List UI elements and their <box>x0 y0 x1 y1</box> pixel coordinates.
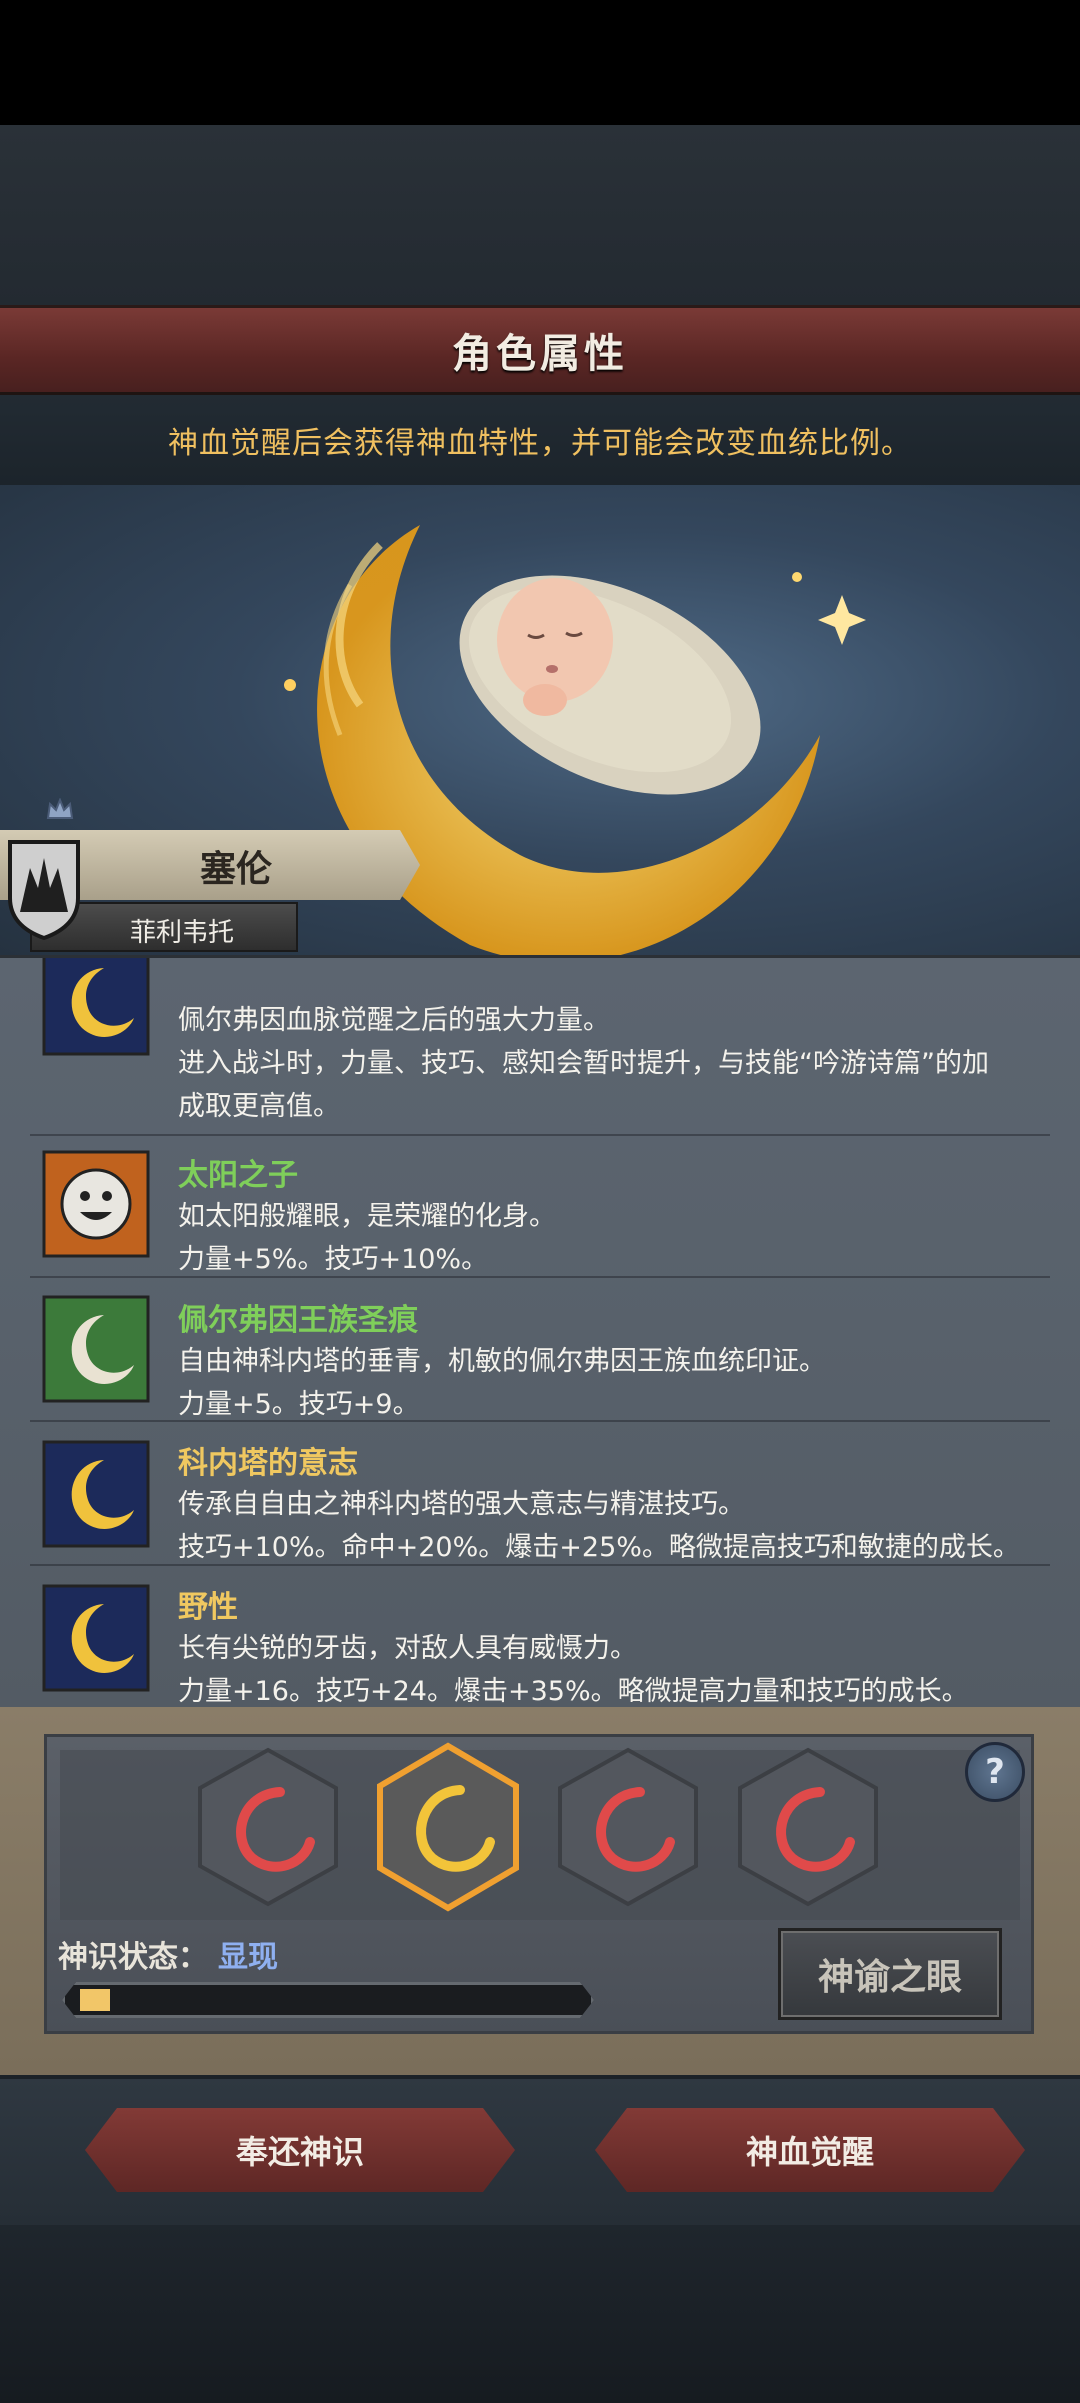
progress-bar <box>62 1982 594 2018</box>
divider <box>30 1134 1050 1136</box>
awaken-button-label: 神血觉醒 <box>745 2133 874 2171</box>
crown-icon <box>46 798 74 819</box>
slot-red-crescent-icon[interactable] <box>556 1746 700 1908</box>
crescent-moon-icon <box>42 1440 150 1548</box>
faction-shield-icon <box>8 840 80 941</box>
bottom-background <box>0 2225 1080 2403</box>
help-icon: ? <box>985 1752 1005 1792</box>
oracle-eye-button[interactable]: 神谕之眼 <box>778 1928 1002 2020</box>
trait-desc: 技巧+10%。命中+20%。爆击+25%。略微提高技巧和敏捷的成长。 <box>178 1532 1020 1563</box>
slot-red-crescent-icon[interactable] <box>736 1746 880 1908</box>
trait-desc: 力量+5。技巧+9。 <box>178 1389 420 1420</box>
title-banner: 角色属性 <box>0 305 1080 395</box>
character-name: 塞伦 <box>200 849 273 890</box>
trait-desc: 如太阳般耀眼，是荣耀的化身。 <box>178 1201 556 1232</box>
return-divine-sense-button[interactable]: 奉还神识 <box>85 2108 515 2192</box>
trait-name: 科内塔的意志 <box>178 1446 358 1481</box>
trait-desc: 力量+16。技巧+24。爆击+35%。略微提高力量和技巧的成长。 <box>178 1676 969 1707</box>
oracle-eye-label: 神谕之眼 <box>817 1957 962 1998</box>
sparkle-icon <box>818 595 866 645</box>
blood-awaken-button[interactable]: 神血觉醒 <box>595 2108 1025 2192</box>
page-title: 角色属性 <box>452 331 628 377</box>
top-background <box>0 125 1080 305</box>
status-bar-area <box>0 0 1080 125</box>
trait-desc: 长有尖锐的牙齿，对敌人具有威慑力。 <box>178 1633 637 1664</box>
trait-desc: 进入战斗时，力量、技巧、感知会暂时提升，与技能“吟游诗篇”的加 <box>178 1048 989 1079</box>
trait-desc: 自由神科内塔的垂青，机敏的佩尔弗因王族血统印证。 <box>178 1346 826 1377</box>
trait-name: 佩尔弗因王族圣痕 <box>178 1303 418 1338</box>
trait-desc: 佩尔弗因血脉觉醒之后的强大力量。 <box>178 1005 610 1036</box>
slot-red-crescent-icon[interactable] <box>196 1746 340 1908</box>
progress-fill <box>80 1989 110 2011</box>
trait-desc: 力量+5%。技巧+10%。 <box>178 1244 489 1275</box>
crescent-moon-icon <box>42 1584 150 1692</box>
trait-name: 太阳之子 <box>178 1158 298 1193</box>
divider <box>30 1276 1050 1278</box>
trait-list[interactable]: 佩尔弗因血脉觉醒之后的强大力量。 进入战斗时，力量、技巧、感知会暂时提升，与技能… <box>0 955 1080 1707</box>
white-crescent-icon <box>42 1295 150 1403</box>
divider <box>30 1564 1050 1566</box>
notice-text: 神血觉醒后会获得神血特性，并可能会改变血统比例。 <box>168 426 912 461</box>
status-label: 神识状态： <box>58 1940 208 1975</box>
status-value: 显现 <box>218 1940 278 1975</box>
notice-bar: 神血觉醒后会获得神血特性，并可能会改变血统比例。 <box>0 395 1080 485</box>
slot-gold-crescent-icon[interactable] <box>376 1742 520 1912</box>
return-button-label: 奉还神识 <box>235 2133 364 2171</box>
help-button[interactable]: ? <box>965 1742 1025 1802</box>
character-subtitle: 菲利韦托 <box>130 918 235 948</box>
trait-name: 野性 <box>178 1590 238 1625</box>
trait-desc: 成取更高值。 <box>178 1091 340 1122</box>
divider <box>30 1420 1050 1422</box>
baby-face <box>497 578 613 702</box>
smiling-sun-icon <box>42 1150 150 1258</box>
crescent-moon-icon <box>42 958 150 1056</box>
trait-desc: 传承自自由之神科内塔的强大意志与精湛技巧。 <box>178 1489 745 1520</box>
